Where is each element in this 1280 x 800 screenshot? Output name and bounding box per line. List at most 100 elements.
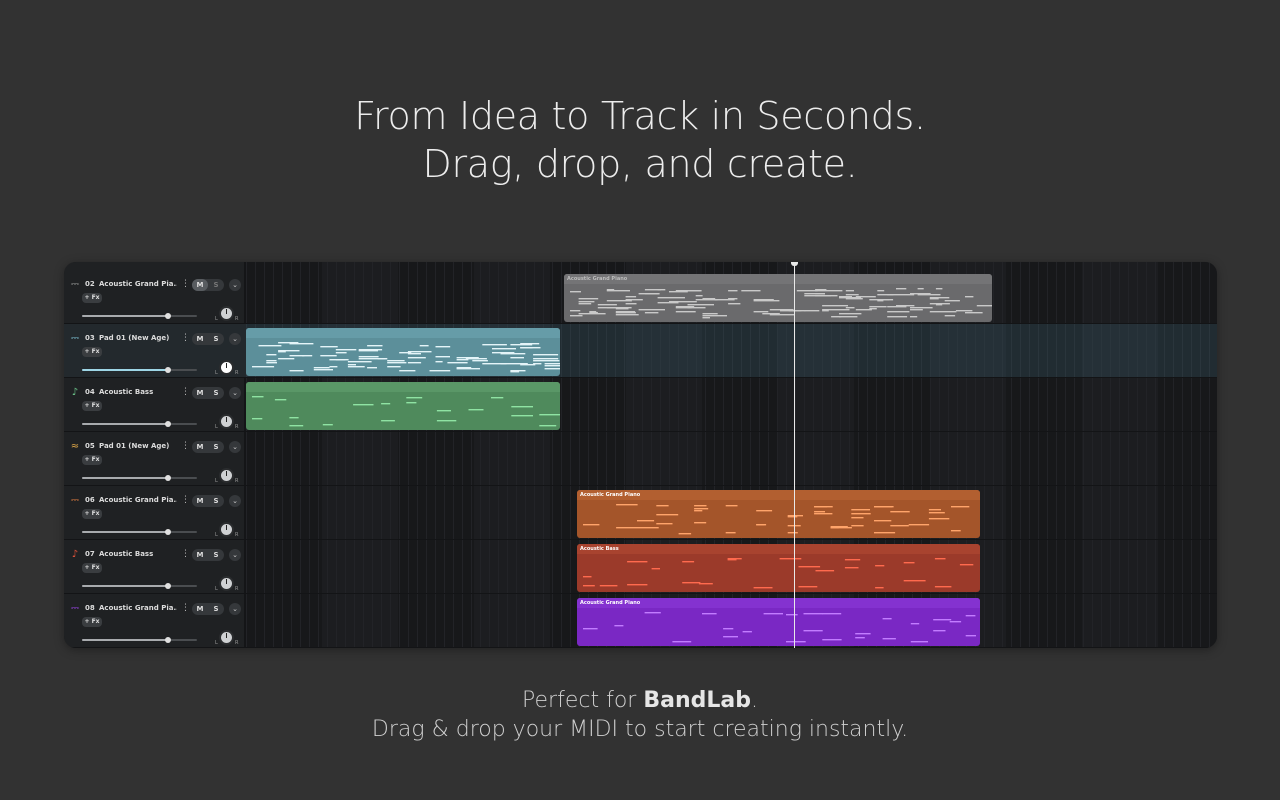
mute-button[interactable]: M	[192, 387, 208, 399]
track-menu-icon[interactable]: ⋮	[181, 441, 190, 451]
track-name[interactable]: Acoustic Bass	[99, 550, 177, 558]
track-header-06[interactable]: ⎓ 06 Acoustic Grand Pia... ⋮ M S ⌄ + Fx L R	[64, 486, 246, 540]
chevron-down-icon[interactable]: ⌄	[229, 603, 241, 615]
volume-slider[interactable]	[82, 421, 197, 427]
add-fx-button[interactable]: + Fx	[82, 347, 102, 357]
pan-knob[interactable]	[219, 630, 234, 645]
mute-button[interactable]: M	[192, 495, 208, 507]
track-header-07[interactable]: ♪ 07 Acoustic Bass ⋮ M S ⌄ + Fx L R	[64, 540, 246, 594]
track-lane-05[interactable]	[246, 432, 1217, 486]
volume-slider[interactable]	[82, 367, 197, 373]
track-menu-icon[interactable]: ⋮	[181, 333, 190, 343]
volume-slider-thumb[interactable]	[165, 583, 171, 589]
track-number: 04	[85, 388, 95, 396]
track-header-05[interactable]: ≈05 Pad 01 (New Age) ⋮ M S ⌄ + Fx L R	[64, 432, 246, 486]
midi-note	[687, 290, 702, 292]
track-lane-07[interactable]: Acoustic Bass	[246, 540, 1217, 594]
track-number: 07	[85, 550, 95, 558]
track-menu-icon[interactable]: ⋮	[181, 549, 190, 559]
track-name[interactable]: Acoustic Grand Pia...	[99, 604, 177, 612]
track-header-02[interactable]: ⎓ 02 Acoustic Grand Pia... ⋮ M S ⌄ + Fx L R	[64, 270, 246, 324]
add-fx-button[interactable]: + Fx	[82, 293, 102, 303]
volume-slider[interactable]	[82, 313, 197, 319]
track-header-04[interactable]: ♪ 04 Acoustic Bass ⋮ M S ⌄ + Fx L R	[64, 378, 246, 432]
volume-slider[interactable]	[82, 637, 197, 643]
midi-clip[interactable]	[246, 382, 560, 430]
volume-slider-thumb[interactable]	[165, 529, 171, 535]
midi-clip[interactable]: Acoustic Grand Piano	[564, 274, 992, 322]
mute-button[interactable]: M	[192, 603, 208, 615]
midi-notes	[583, 558, 974, 589]
midi-note	[492, 348, 516, 350]
mute-solo-group: MS	[192, 387, 224, 399]
mute-button[interactable]: M	[192, 333, 208, 345]
solo-button[interactable]: S	[208, 333, 224, 345]
timeline[interactable]: Acoustic Grand Piano Acoustic Grand Piano…	[246, 262, 1217, 648]
volume-slider-thumb[interactable]	[165, 637, 171, 643]
track-lane-04[interactable]	[246, 378, 1217, 432]
add-fx-button[interactable]: + Fx	[82, 617, 102, 627]
track-name[interactable]: Pad 01 (New Age)	[99, 334, 177, 342]
add-fx-button[interactable]: + Fx	[82, 455, 102, 465]
midi-note	[976, 305, 992, 307]
bass-icon: ♪	[71, 387, 79, 398]
pan-knob[interactable]	[219, 360, 234, 375]
solo-button[interactable]: S	[208, 603, 224, 615]
track-menu-icon[interactable]: ⋮	[181, 387, 190, 397]
midi-clip[interactable]: Acoustic Grand Piano	[577, 490, 980, 538]
solo-button[interactable]: S	[208, 279, 224, 291]
solo-button[interactable]: S	[208, 387, 224, 399]
track-lane-02[interactable]: Acoustic Grand Piano	[246, 270, 1217, 324]
chevron-down-icon[interactable]: ⌄	[229, 279, 241, 291]
mute-button[interactable]: M	[192, 441, 208, 453]
midi-clip[interactable]: Acoustic Bass	[577, 544, 980, 592]
mute-button[interactable]: M	[192, 549, 208, 561]
midi-note	[933, 619, 952, 621]
track-name[interactable]: Pad 01 (New Age)	[99, 442, 177, 450]
chevron-down-icon[interactable]: ⌄	[229, 441, 241, 453]
midi-note	[965, 312, 983, 314]
volume-slider-thumb[interactable]	[165, 475, 171, 481]
pan-knob[interactable]	[219, 306, 234, 321]
add-fx-button[interactable]: + Fx	[82, 509, 102, 519]
track-lane-03[interactable]	[246, 324, 1217, 378]
midi-note	[917, 294, 941, 296]
volume-slider-thumb[interactable]	[165, 421, 171, 427]
pan-knob[interactable]	[219, 414, 234, 429]
mute-button[interactable]: M	[192, 279, 208, 291]
chevron-down-icon[interactable]: ⌄	[229, 333, 241, 345]
track-name[interactable]: Acoustic Grand Pia...	[99, 496, 177, 504]
chevron-down-icon[interactable]: ⌄	[229, 495, 241, 507]
volume-slider[interactable]	[82, 583, 197, 589]
add-fx-button[interactable]: + Fx	[82, 401, 102, 411]
volume-slider[interactable]	[82, 529, 197, 535]
pan-knob[interactable]	[219, 468, 234, 483]
track-name[interactable]: Acoustic Bass	[99, 388, 177, 396]
midi-note	[302, 355, 313, 357]
midi-note	[887, 311, 910, 313]
track-name[interactable]: Acoustic Grand Pia...	[99, 280, 177, 288]
track-menu-icon[interactable]: ⋮	[181, 603, 190, 613]
pan-knob[interactable]	[219, 522, 234, 537]
midi-clip[interactable]	[246, 328, 560, 376]
solo-button[interactable]: S	[208, 441, 224, 453]
solo-button[interactable]: S	[208, 495, 224, 507]
playhead[interactable]	[794, 262, 795, 648]
chevron-down-icon[interactable]: ⌄	[229, 549, 241, 561]
volume-slider-thumb[interactable]	[165, 367, 171, 373]
track-menu-icon[interactable]: ⋮	[181, 495, 190, 505]
track-header-03[interactable]: ⎓ 03 Pad 01 (New Age) ⋮ M S ⌄ + Fx L R	[64, 324, 246, 378]
volume-slider[interactable]	[82, 475, 197, 481]
add-fx-button[interactable]: + Fx	[82, 563, 102, 573]
mute-solo-group: MS	[192, 495, 224, 507]
volume-slider-thumb[interactable]	[165, 313, 171, 319]
pan-knob[interactable]	[219, 576, 234, 591]
midi-clip[interactable]: Acoustic Grand Piano	[577, 598, 980, 646]
track-header-08[interactable]: ⎓ 08 Acoustic Grand Pia... ⋮ M S ⌄ + Fx L R	[64, 594, 246, 648]
solo-button[interactable]: S	[208, 549, 224, 561]
midi-note	[599, 585, 618, 587]
track-lane-08[interactable]: Acoustic Grand Piano	[246, 594, 1217, 648]
track-menu-icon[interactable]: ⋮	[181, 279, 190, 289]
chevron-down-icon[interactable]: ⌄	[229, 387, 241, 399]
track-lane-06[interactable]: Acoustic Grand Piano	[246, 486, 1217, 540]
